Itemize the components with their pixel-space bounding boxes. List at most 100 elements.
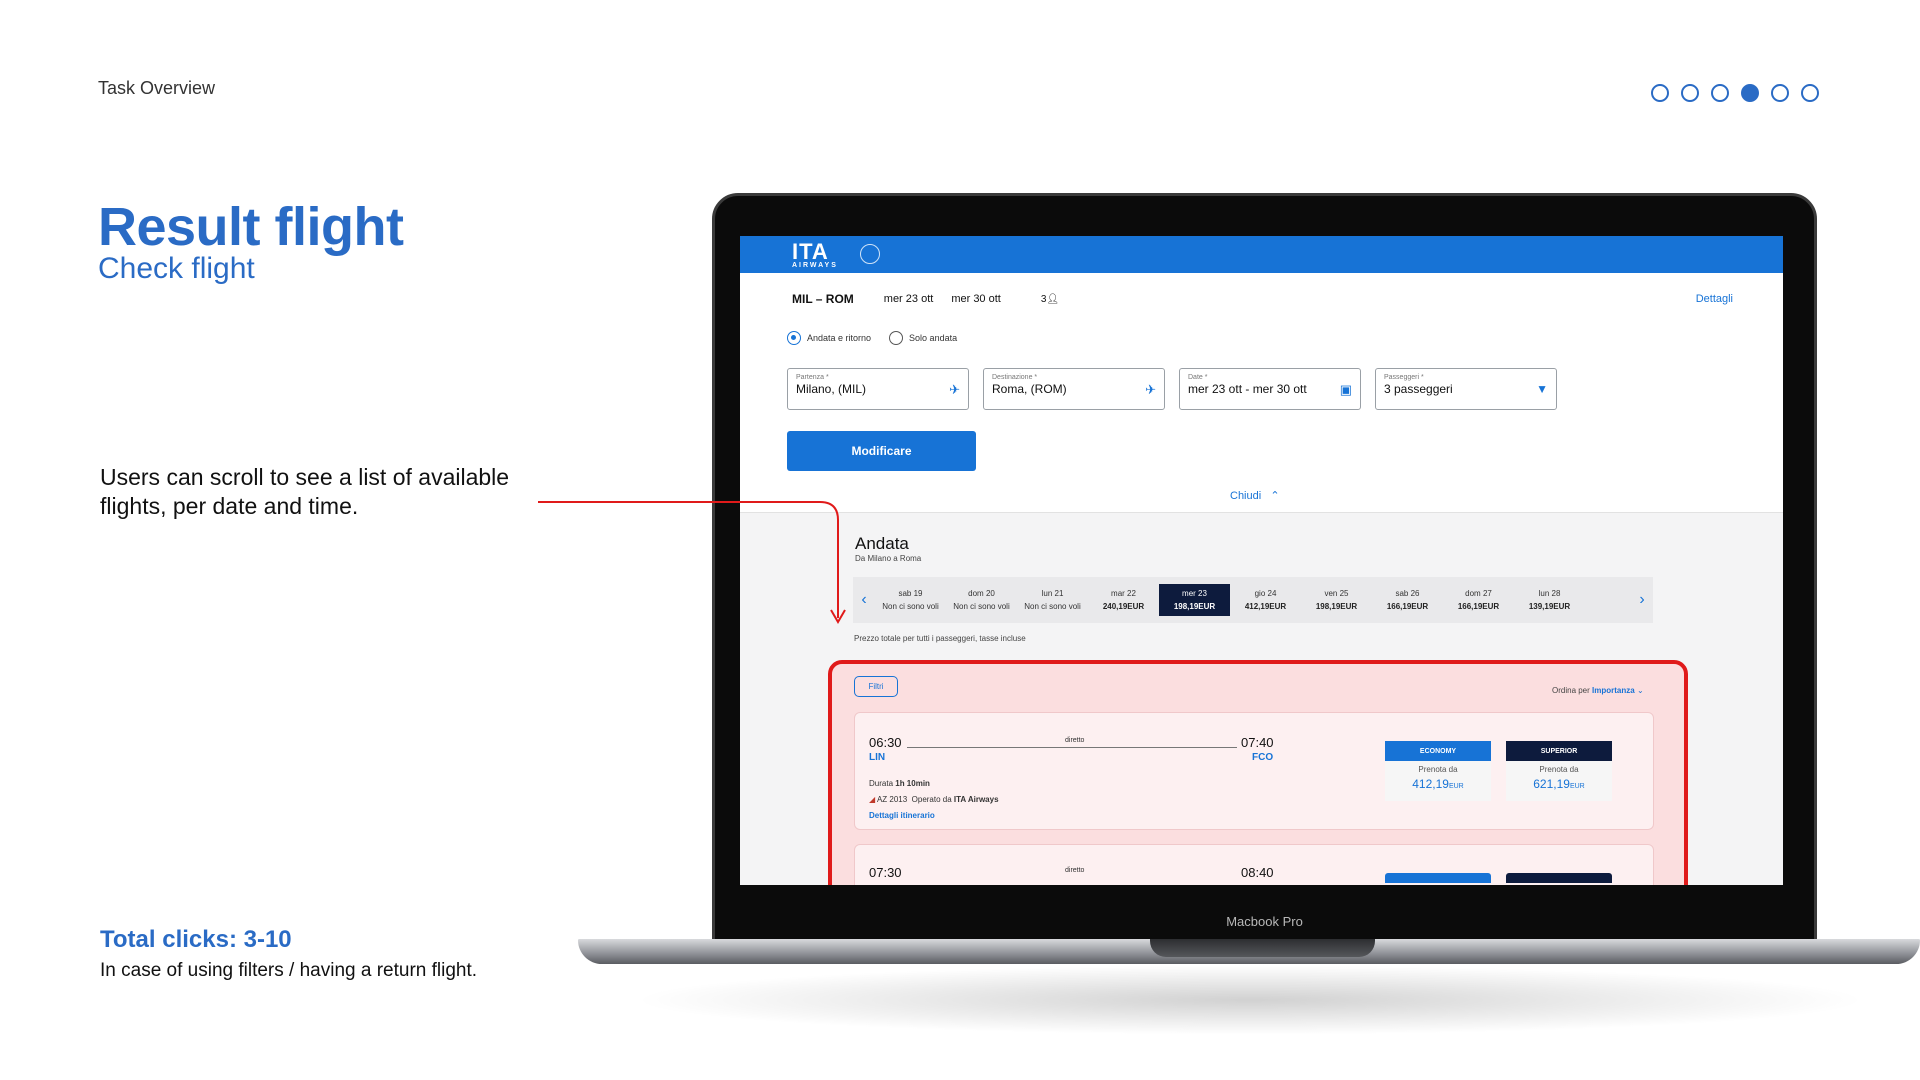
date-option[interactable]: gio 24 412,19EUR xyxy=(1230,584,1301,616)
laptop-shadow xyxy=(630,965,1870,1035)
flight-card[interactable]: 06:30 LIN diretto 07:40 FCO Durata 1h 10… xyxy=(854,712,1654,830)
date-day: ven 25 xyxy=(1324,589,1349,598)
date-price: 240,19EUR xyxy=(1102,602,1145,611)
laptop-screen: ITA AIRWAYS MIL – ROM mer 23 ott mer 30 … xyxy=(740,236,1783,885)
laptop-notch xyxy=(1150,939,1375,957)
date-price: Non ci sono voli xyxy=(882,602,939,611)
date-option[interactable]: sab 19 Non ci sono voli xyxy=(875,584,946,616)
chevron-right-icon[interactable]: › xyxy=(1631,591,1653,609)
stops-label: diretto xyxy=(1065,867,1085,874)
chevron-left-icon[interactable]: ‹ xyxy=(853,591,875,609)
date-day: lun 28 xyxy=(1538,589,1561,598)
progress-dot xyxy=(1681,84,1699,102)
date-day: sab 26 xyxy=(1395,589,1420,598)
field-label: Date * xyxy=(1188,374,1208,381)
radio-one-way[interactable]: Solo andata xyxy=(889,331,957,345)
flight-card[interactable]: 07:30 diretto 08:40 xyxy=(854,844,1654,885)
search-summary: MIL – ROM mer 23 ott mer 30 ott 3👤︎ xyxy=(792,292,1059,306)
date-day: mer 23 xyxy=(1182,589,1207,598)
date-out-label: mer 23 ott xyxy=(883,293,934,305)
itinerary-details-link[interactable]: Dettagli itinerario xyxy=(869,811,935,820)
fare-currency: EUR xyxy=(1569,783,1585,790)
logo-subtext: AIRWAYS xyxy=(792,262,838,269)
field-value: Milano, (MIL) xyxy=(796,382,867,396)
date-price: 166,19EUR xyxy=(1457,602,1500,611)
date-option[interactable]: lun 28 139,19EUR xyxy=(1514,584,1585,616)
app-header: ITA AIRWAYS xyxy=(740,236,1783,273)
progress-dot xyxy=(1651,84,1669,102)
date-option[interactable]: dom 20 Non ci sono voli xyxy=(946,584,1017,616)
close-link[interactable]: Chiudi ⌃ xyxy=(1230,489,1280,502)
passengers-field[interactable]: Passeggeri * 3 passeggeri ▼ xyxy=(1375,368,1557,410)
clicks-title: Total clicks: 3-10 xyxy=(100,926,292,953)
date-day: mar 22 xyxy=(1111,589,1136,598)
date-option[interactable]: mer 23 198,19EUR xyxy=(1159,584,1230,616)
departure-field[interactable]: Partenza * Milano, (MIL) ✈︎ xyxy=(787,368,969,410)
trip-type-radios: Andata e ritorno Solo andata xyxy=(787,331,957,345)
chevron-up-icon: ⌃ xyxy=(1264,490,1280,502)
details-link[interactable]: Dettagli xyxy=(1696,293,1733,305)
fare-amount: 412,19 xyxy=(1412,777,1449,791)
date-list: sab 19 Non ci sono voli dom 20 Non ci sono … xyxy=(875,584,1631,616)
date-option[interactable]: ven 25 198,19EUR xyxy=(1301,584,1372,616)
calendar-icon: ▣ xyxy=(1339,382,1352,397)
radio-round-trip[interactable]: Andata e ritorno xyxy=(787,331,871,345)
economy-fare[interactable]: ECONOMY Prenota da 412,19EUR xyxy=(1385,741,1491,801)
economy-fare[interactable] xyxy=(1385,873,1491,883)
date-price: 412,19EUR xyxy=(1244,602,1287,611)
clicks-description: In case of using filters / having a retu… xyxy=(100,960,478,981)
superior-fare[interactable]: SUPERIOR Prenota da 621,19EUR xyxy=(1506,741,1612,801)
progress-dot xyxy=(1801,84,1819,102)
field-value: Roma, (ROM) xyxy=(992,382,1067,396)
date-day: dom 27 xyxy=(1465,589,1492,598)
destination-field[interactable]: Destinazione * Roma, (ROM) ✈︎ xyxy=(983,368,1165,410)
date-option[interactable]: lun 21 Non ci sono voli xyxy=(1017,584,1088,616)
radio-unchecked-icon xyxy=(889,331,904,345)
dates-field[interactable]: Date * mer 23 ott - mer 30 ott ▣ xyxy=(1179,368,1361,410)
route-label: MIL – ROM xyxy=(792,292,854,306)
route-line xyxy=(907,747,1237,748)
fare-currency: EUR xyxy=(1448,783,1464,790)
date-day: lun 21 xyxy=(1041,589,1064,598)
departure-time: 06:30 xyxy=(869,735,902,750)
logo-text: ITA xyxy=(792,239,829,264)
date-option[interactable]: dom 27 166,19EUR xyxy=(1443,584,1514,616)
date-option[interactable]: mar 22 240,19EUR xyxy=(1088,584,1159,616)
departure-time: 07:30 xyxy=(869,865,902,880)
close-label: Chiudi xyxy=(1230,490,1262,502)
sort-control[interactable]: Ordina per Importanza ⌄ xyxy=(1552,686,1644,695)
slide-subtitle: Check flight xyxy=(98,252,255,285)
price-note: Prezzo totale per tutti i passeggeri, ta… xyxy=(854,634,1026,643)
slide-title: Result flight xyxy=(98,197,404,257)
arrival-time: 07:40 xyxy=(1241,735,1274,750)
sort-label: Ordina per xyxy=(1552,686,1590,695)
flight-number: AZ 2013 xyxy=(876,795,908,804)
fare-header: ECONOMY xyxy=(1385,741,1491,761)
passenger-icon: 3👤︎ xyxy=(1040,293,1060,305)
field-value: mer 23 ott - mer 30 ott xyxy=(1188,382,1307,396)
search-fields: Partenza * Milano, (MIL) ✈︎ Destinazione… xyxy=(787,368,1557,410)
slide: Task Overview Result flight Check flight… xyxy=(0,0,1920,1080)
field-label: Passeggeri * xyxy=(1384,374,1424,381)
outbound-title: Andata xyxy=(855,534,909,553)
filters-button[interactable]: Filtri xyxy=(854,676,898,697)
fare-price: 621,19EUR xyxy=(1506,777,1612,791)
date-option[interactable]: sab 26 166,19EUR xyxy=(1372,584,1443,616)
seal-icon xyxy=(860,244,880,264)
landing-icon: ✈︎ xyxy=(1145,382,1156,397)
operated-label: Operato da xyxy=(911,795,952,804)
date-carousel: ‹ sab 19 Non ci sono voli dom 20 Non ci son… xyxy=(853,577,1653,623)
sort-value: Importanza xyxy=(1592,686,1635,695)
slide-description: Users can scroll to see a list of availa… xyxy=(100,464,510,519)
fare-price: 412,19EUR xyxy=(1385,777,1491,791)
date-price: Non ci sono voli xyxy=(953,602,1010,611)
arrival-time: 08:40 xyxy=(1241,865,1274,880)
date-day: dom 20 xyxy=(968,589,995,598)
device-label: Macbook Pro xyxy=(1226,914,1303,929)
modify-button[interactable]: Modificare xyxy=(787,431,976,471)
radio-label: Solo andata xyxy=(909,333,958,343)
ita-logo[interactable]: ITA AIRWAYS xyxy=(792,239,838,270)
superior-fare[interactable] xyxy=(1506,873,1612,883)
fare-from-label: Prenota da xyxy=(1539,765,1579,774)
progress-dot xyxy=(1771,84,1789,102)
